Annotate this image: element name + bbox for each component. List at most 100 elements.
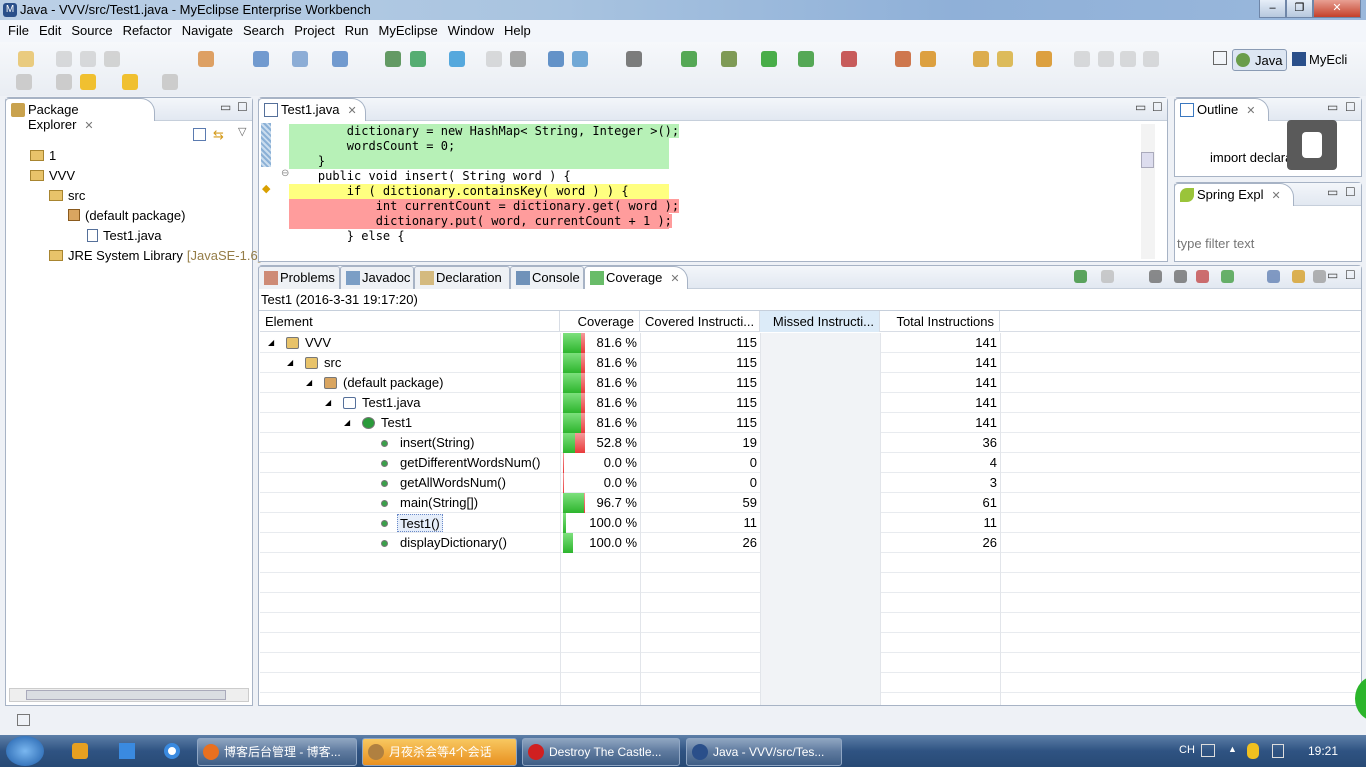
pinned-app-icon[interactable]: [72, 743, 88, 759]
toolbar-button-icon[interactable]: [920, 51, 936, 67]
toolbar-button-icon[interactable]: [18, 51, 34, 67]
horizontal-scrollbar[interactable]: [9, 688, 249, 702]
close-icon[interactable]: ✕: [348, 105, 357, 117]
coverage-toolbar-icon[interactable]: [1267, 270, 1280, 283]
toolbar-button-icon[interactable]: [761, 51, 777, 67]
tab-spring-explorer[interactable]: Spring Expl ✕: [1174, 183, 1294, 206]
coverage-toolbar-icon[interactable]: [1149, 270, 1162, 283]
close-icon[interactable]: ✕: [1246, 105, 1255, 117]
toolbar-button-icon[interactable]: [681, 51, 697, 67]
toolbar-button-icon[interactable]: [292, 51, 308, 67]
close-icon[interactable]: ✕: [84, 120, 93, 132]
expand-arrow-icon[interactable]: ◢: [268, 333, 274, 353]
coverage-toolbar-icon[interactable]: [1101, 270, 1114, 283]
menu-help[interactable]: Help: [499, 20, 536, 42]
open-perspective-icon[interactable]: [1213, 51, 1227, 65]
coverage-toolbar-icon[interactable]: [1196, 270, 1209, 283]
maximize-icon[interactable]: ☐: [1345, 100, 1356, 114]
menu-edit[interactable]: Edit: [34, 20, 66, 42]
tree-item[interactable]: VVV: [30, 168, 75, 183]
expand-arrow-icon[interactable]: ◢: [325, 393, 331, 413]
toolbar-button-icon[interactable]: [104, 51, 120, 67]
toolbar-button-icon[interactable]: [253, 51, 269, 67]
toolbar-button-icon[interactable]: [486, 51, 502, 67]
view-menu-icon[interactable]: ▽: [238, 125, 246, 138]
taskbar-item[interactable]: Java - VVV/src/Tes...: [686, 738, 842, 766]
tree-item[interactable]: JRE System Library [JavaSE-1.6]: [49, 248, 261, 263]
toolbar-button-icon[interactable]: [410, 51, 426, 67]
tab-outline[interactable]: Outline ✕: [1174, 98, 1269, 121]
taskbar-item[interactable]: 博客后台管理 - 博客...: [197, 738, 357, 766]
column-header-3[interactable]: Missed Instructi...: [760, 311, 880, 332]
menu-navigate[interactable]: Navigate: [177, 20, 238, 42]
menu-window[interactable]: Window: [443, 20, 499, 42]
myeclipse-perspective-button[interactable]: MyEcli: [1292, 52, 1347, 67]
taskbar-item[interactable]: Destroy The Castle...: [522, 738, 680, 766]
column-header-2[interactable]: Covered Instructi...: [640, 311, 760, 332]
tab-package-explorer[interactable]: Package Explorer ✕: [5, 98, 155, 132]
toolbar-button-icon[interactable]: [385, 51, 401, 67]
tab-test1-java[interactable]: Test1.java ✕: [258, 98, 366, 121]
menu-search[interactable]: Search: [238, 20, 289, 42]
toolbar-button-icon[interactable]: [1036, 51, 1052, 67]
menu-myeclipse[interactable]: MyEclipse: [374, 20, 443, 42]
code-line[interactable]: } else {: [289, 229, 1142, 244]
toolbar-button-icon[interactable]: [1098, 51, 1114, 67]
toolbar-button-icon[interactable]: [80, 51, 96, 67]
toolbar-button-icon[interactable]: [1120, 51, 1136, 67]
tab-problems[interactable]: Problems: [258, 266, 340, 289]
minimize-icon[interactable]: ▭: [1135, 100, 1146, 114]
minimize-icon[interactable]: ▭: [1327, 268, 1338, 282]
nav-button-icon[interactable]: [16, 74, 32, 90]
fast-view-icon[interactable]: [17, 714, 30, 726]
maximize-button[interactable]: ❐: [1286, 0, 1313, 18]
close-icon[interactable]: ✕: [1271, 190, 1280, 202]
language-indicator[interactable]: CH: [1179, 744, 1195, 756]
tab-coverage[interactable]: Coverage ✕: [584, 266, 688, 289]
link-with-editor-icon[interactable]: ⇆: [213, 127, 224, 143]
maximize-icon[interactable]: ☐: [1345, 268, 1356, 282]
toolbar-button-icon[interactable]: [510, 51, 526, 67]
code-line[interactable]: if ( dictionary.containsKey( word ) ) {: [289, 184, 669, 199]
network-icon[interactable]: [1272, 744, 1284, 758]
minimize-button[interactable]: –: [1259, 0, 1286, 18]
expand-arrow-icon[interactable]: ◢: [287, 353, 293, 373]
coverage-toolbar-icon[interactable]: [1174, 270, 1187, 283]
nav-button-icon[interactable]: [56, 74, 72, 90]
overlay-widget[interactable]: [1287, 120, 1337, 170]
toolbar-button-icon[interactable]: [548, 51, 564, 67]
nav-button-icon[interactable]: [80, 74, 96, 90]
minimize-icon[interactable]: ▭: [220, 100, 231, 114]
toolbar-button-icon[interactable]: [798, 51, 814, 67]
toolbar-button-icon[interactable]: [198, 51, 214, 67]
tree-item[interactable]: 1: [30, 148, 56, 163]
coverage-toolbar-icon[interactable]: [1292, 270, 1305, 283]
toolbar-button-icon[interactable]: [973, 51, 989, 67]
tree-item[interactable]: (default package): [68, 208, 185, 223]
code-line[interactable]: public void insert( String word ) {: [289, 169, 1142, 184]
nav-button-icon[interactable]: [162, 74, 178, 90]
toolbar-button-icon[interactable]: [895, 51, 911, 67]
tree-item[interactable]: Test1.java: [87, 228, 162, 243]
column-header-0[interactable]: Element: [260, 311, 560, 332]
toolbar-button-icon[interactable]: [332, 51, 348, 67]
menu-file[interactable]: File: [3, 20, 34, 42]
tab-javadoc[interactable]: Javadoc: [340, 266, 414, 289]
coverage-toolbar-icon[interactable]: [1221, 270, 1234, 283]
tab-declaration[interactable]: Declaration: [414, 266, 510, 289]
column-header-1[interactable]: Coverage: [560, 311, 640, 332]
start-button[interactable]: [6, 736, 44, 766]
menu-run[interactable]: Run: [340, 20, 374, 42]
toolbar-button-icon[interactable]: [841, 51, 857, 67]
coverage-toolbar-icon[interactable]: [1313, 270, 1326, 283]
toolbar-button-icon[interactable]: [56, 51, 72, 67]
column-header-4[interactable]: Total Instructions: [880, 311, 1000, 332]
toolbar-button-icon[interactable]: [572, 51, 588, 67]
close-icon[interactable]: ✕: [670, 273, 679, 285]
media-player-icon[interactable]: [164, 743, 180, 759]
maximize-icon[interactable]: ☐: [1345, 185, 1356, 199]
toolbar-button-icon[interactable]: [721, 51, 737, 67]
nav-button-icon[interactable]: [122, 74, 138, 90]
minimize-icon[interactable]: ▭: [1327, 185, 1338, 199]
maximize-icon[interactable]: ☐: [1152, 100, 1163, 114]
